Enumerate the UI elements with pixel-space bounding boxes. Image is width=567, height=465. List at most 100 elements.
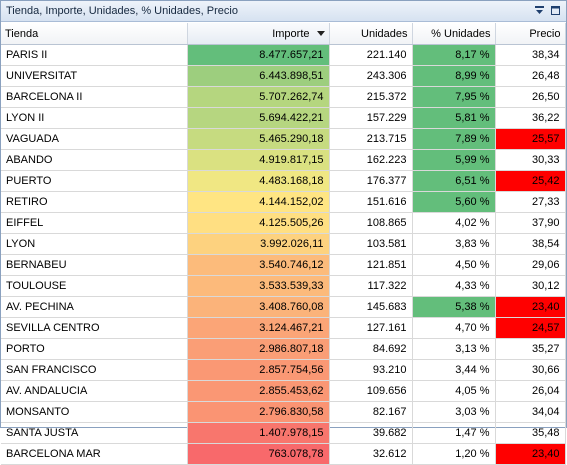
cell-tienda[interactable]: RETIRO <box>1 191 188 213</box>
cell-tienda[interactable]: MONSANTO <box>1 401 188 423</box>
cell-unidades[interactable]: 121.851 <box>329 254 413 276</box>
cell-tienda[interactable]: AV. ANDALUCIA <box>1 380 188 402</box>
cell-importe[interactable]: 2.855.453,62 <box>187 380 330 402</box>
cell-unidades[interactable]: 213.715 <box>329 128 413 150</box>
cell-pct-unidades[interactable]: 7,89 % <box>412 128 496 150</box>
sort-descending-icon[interactable] <box>316 31 325 36</box>
cell-precio[interactable]: 25,42 <box>495 170 566 192</box>
cell-precio[interactable]: 30,33 <box>495 149 566 171</box>
cell-pct-unidades[interactable]: 1,47 % <box>412 422 496 444</box>
table-row[interactable]: TOULOUSE 3.533.539,33 117.322 4,33 % 30,12 <box>1 275 566 297</box>
column-header-importe[interactable]: Importe <box>187 23 330 45</box>
cell-precio[interactable]: 38,54 <box>495 233 566 255</box>
cell-pct-unidades[interactable]: 3,03 % <box>412 401 496 423</box>
cell-pct-unidades[interactable]: 4,02 % <box>412 212 496 234</box>
table-row[interactable]: ABANDO 4.919.817,15 162.223 5,99 % 30,33 <box>1 149 566 171</box>
table-row[interactable]: MONSANTO 2.796.830,58 82.167 3,03 % 34,04 <box>1 401 566 423</box>
table-row[interactable]: LYON II 5.694.422,21 157.229 5,81 % 36,22 <box>1 107 566 129</box>
cell-tienda[interactable]: LYON <box>1 233 188 255</box>
cell-importe[interactable]: 5.694.422,21 <box>187 107 330 129</box>
table-row[interactable]: UNIVERSITAT 6.443.898,51 243.306 8,99 % 26,4… <box>1 65 566 87</box>
cell-tienda[interactable]: BARCELONA II <box>1 86 188 108</box>
cell-pct-unidades[interactable]: 5,60 % <box>412 191 496 213</box>
cell-tienda[interactable]: ABANDO <box>1 149 188 171</box>
cell-unidades[interactable]: 145.683 <box>329 296 413 318</box>
cell-importe[interactable]: 4.125.505,26 <box>187 212 330 234</box>
cell-importe[interactable]: 6.443.898,51 <box>187 65 330 87</box>
cell-unidades[interactable]: 215.372 <box>329 86 413 108</box>
cell-unidades[interactable]: 243.306 <box>329 65 413 87</box>
cell-precio[interactable]: 38,34 <box>495 44 566 66</box>
table-row[interactable]: RETIRO 4.144.152,02 151.616 5,60 % 27,33 <box>1 191 566 213</box>
cell-importe[interactable]: 2.857.754,56 <box>187 359 330 381</box>
cell-precio[interactable]: 26,48 <box>495 65 566 87</box>
cell-unidades[interactable]: 32.612 <box>329 443 413 465</box>
cell-importe[interactable]: 1.407.978,15 <box>187 422 330 444</box>
cell-pct-unidades[interactable]: 4,05 % <box>412 380 496 402</box>
cell-tienda[interactable]: VAGUADA <box>1 128 188 150</box>
cell-precio[interactable]: 36,22 <box>495 107 566 129</box>
table-row[interactable]: PUERTO 4.483.168,18 176.377 6,51 % 25,42 <box>1 170 566 192</box>
cell-pct-unidades[interactable]: 8,99 % <box>412 65 496 87</box>
cell-unidades[interactable]: 93.210 <box>329 359 413 381</box>
cell-precio[interactable]: 26,50 <box>495 86 566 108</box>
cell-precio[interactable]: 23,40 <box>495 296 566 318</box>
cell-precio[interactable]: 29,06 <box>495 254 566 276</box>
cell-unidades[interactable]: 162.223 <box>329 149 413 171</box>
cell-pct-unidades[interactable]: 3,83 % <box>412 233 496 255</box>
cell-unidades[interactable]: 127.161 <box>329 317 413 339</box>
table-row[interactable]: VAGUADA 5.465.290,18 213.715 7,89 % 25,57 <box>1 128 566 150</box>
cell-pct-unidades[interactable]: 5,38 % <box>412 296 496 318</box>
cell-pct-unidades[interactable]: 3,13 % <box>412 338 496 360</box>
table-row[interactable]: SANTA JUSTA 1.407.978,15 39.682 1,47 % 35,48 <box>1 422 566 444</box>
dropdown-menu-icon[interactable] <box>533 4 546 17</box>
cell-pct-unidades[interactable]: 3,44 % <box>412 359 496 381</box>
cell-importe[interactable]: 4.144.152,02 <box>187 191 330 213</box>
cell-importe[interactable]: 4.919.817,15 <box>187 149 330 171</box>
cell-unidades[interactable]: 82.167 <box>329 401 413 423</box>
cell-tienda[interactable]: SANTA JUSTA <box>1 422 188 444</box>
cell-precio[interactable]: 34,04 <box>495 401 566 423</box>
cell-unidades[interactable]: 39.682 <box>329 422 413 444</box>
cell-precio[interactable]: 27,33 <box>495 191 566 213</box>
table-row[interactable]: PARIS II 8.477.657,21 221.140 8,17 % 38,34 <box>1 44 566 66</box>
table-row[interactable]: LYON 3.992.026,11 103.581 3,83 % 38,54 <box>1 233 566 255</box>
cell-unidades[interactable]: 157.229 <box>329 107 413 129</box>
cell-tienda[interactable]: PORTO <box>1 338 188 360</box>
cell-importe[interactable]: 3.992.026,11 <box>187 233 330 255</box>
table-row[interactable]: AV. PECHINA 3.408.760,08 145.683 5,38 % 23,4… <box>1 296 566 318</box>
cell-unidades[interactable]: 103.581 <box>329 233 413 255</box>
cell-pct-unidades[interactable]: 4,50 % <box>412 254 496 276</box>
column-header-unidades[interactable]: Unidades <box>329 23 413 45</box>
cell-importe[interactable]: 8.477.657,21 <box>187 44 330 66</box>
column-header-precio[interactable]: Precio <box>495 23 566 45</box>
cell-importe[interactable]: 3.408.760,08 <box>187 296 330 318</box>
cell-unidades[interactable]: 108.865 <box>329 212 413 234</box>
table-row[interactable]: BARCELONA II 5.707.262,74 215.372 7,95 % 26,… <box>1 86 566 108</box>
cell-tienda[interactable]: TOULOUSE <box>1 275 188 297</box>
cell-tienda[interactable]: PUERTO <box>1 170 188 192</box>
cell-pct-unidades[interactable]: 4,33 % <box>412 275 496 297</box>
cell-tienda[interactable]: BERNABEU <box>1 254 188 276</box>
column-header-pct-unidades[interactable]: % Unidades <box>412 23 496 45</box>
table-row[interactable]: BARCELONA MAR 763.078,78 32.612 1,20 % 23,40 <box>1 443 566 465</box>
cell-unidades[interactable]: 84.692 <box>329 338 413 360</box>
cell-unidades[interactable]: 151.616 <box>329 191 413 213</box>
cell-tienda[interactable]: SEVILLA CENTRO <box>1 317 188 339</box>
cell-precio[interactable]: 23,40 <box>495 443 566 465</box>
cell-unidades[interactable]: 176.377 <box>329 170 413 192</box>
cell-importe[interactable]: 3.124.467,21 <box>187 317 330 339</box>
cell-pct-unidades[interactable]: 7,95 % <box>412 86 496 108</box>
cell-precio[interactable]: 30,12 <box>495 275 566 297</box>
table-row[interactable]: EIFFEL 4.125.505,26 108.865 4,02 % 37,90 <box>1 212 566 234</box>
cell-tienda[interactable]: BARCELONA MAR <box>1 443 188 465</box>
cell-importe[interactable]: 2.986.807,18 <box>187 338 330 360</box>
cell-pct-unidades[interactable]: 4,70 % <box>412 317 496 339</box>
cell-importe[interactable]: 763.078,78 <box>187 443 330 465</box>
cell-importe[interactable]: 5.707.262,74 <box>187 86 330 108</box>
cell-unidades[interactable]: 117.322 <box>329 275 413 297</box>
cell-precio[interactable]: 25,57 <box>495 128 566 150</box>
cell-precio[interactable]: 35,27 <box>495 338 566 360</box>
cell-precio[interactable]: 30,66 <box>495 359 566 381</box>
cell-tienda[interactable]: SAN FRANCISCO <box>1 359 188 381</box>
